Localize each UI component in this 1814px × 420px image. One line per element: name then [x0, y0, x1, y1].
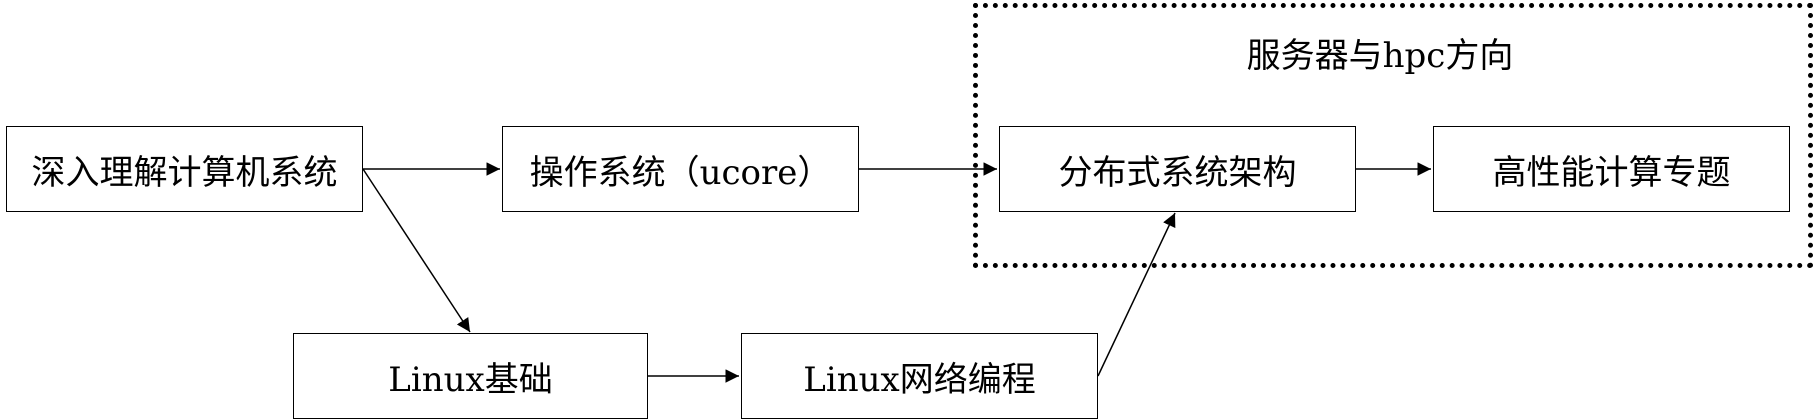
edge-csapp-to-linux-basics [362, 168, 471, 333]
edge-net-to-distributed [1097, 212, 1176, 377]
edges-layer [362, 162, 1431, 383]
